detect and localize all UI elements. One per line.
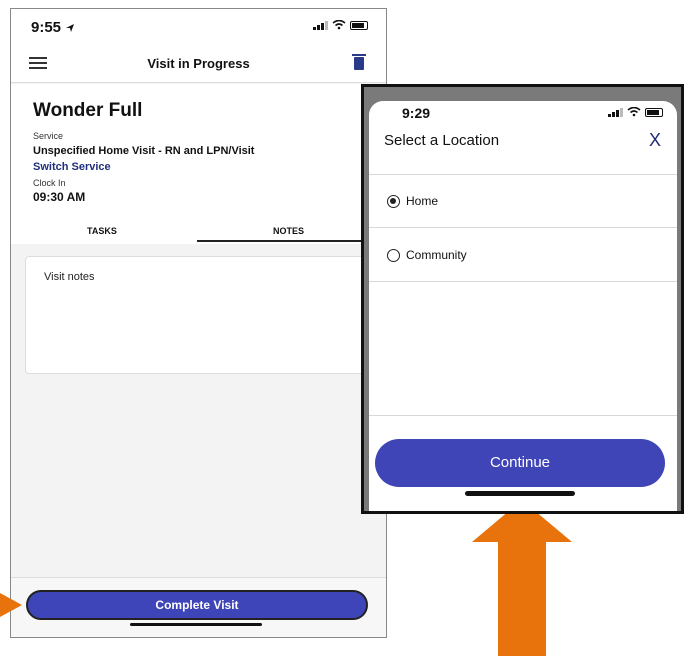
continue-button[interactable]: Continue — [375, 439, 665, 487]
navigation-arrow-icon — [66, 24, 75, 33]
battery-icon — [645, 107, 663, 117]
signal-icon — [313, 20, 328, 30]
divider — [369, 227, 677, 228]
divider — [369, 415, 677, 416]
visit-in-progress-screen: 9:55 Visit in Progress Wonder Full Servi… — [10, 8, 387, 638]
option-label: Home — [406, 194, 439, 208]
status-bar: 9:55 — [11, 9, 386, 45]
tab-tasks[interactable]: TASKS — [87, 226, 117, 236]
modal-status-time: 9:29 — [402, 105, 431, 121]
home-indicator — [130, 623, 262, 626]
orange-arrow-up-icon — [472, 500, 572, 656]
close-icon[interactable]: X — [649, 130, 661, 151]
wifi-icon — [627, 107, 641, 117]
active-tab-indicator — [197, 240, 386, 242]
status-time: 9:55 — [31, 19, 75, 36]
service-value: Unspecified Home Visit - RN and LPN/Visi… — [33, 145, 255, 157]
tab-notes[interactable]: NOTES — [273, 226, 304, 236]
visit-notes-placeholder: Visit notes — [44, 271, 95, 283]
signal-icon — [608, 107, 623, 117]
divider — [369, 281, 677, 282]
divider — [369, 174, 677, 175]
trash-icon[interactable] — [352, 54, 366, 70]
option-label: Community — [406, 248, 467, 262]
nav-bar: Visit in Progress — [11, 45, 386, 83]
modal-status-icons — [608, 107, 663, 117]
radio-unchecked-icon[interactable] — [387, 248, 400, 262]
modal-title: Select a Location — [384, 132, 500, 149]
location-picker-screenshot: 9:29 Select a Location X Home Community … — [361, 84, 684, 514]
radio-checked-icon[interactable] — [387, 194, 400, 208]
page-title: Visit in Progress — [147, 56, 250, 71]
orange-arrow-right-icon — [0, 593, 22, 617]
battery-icon — [350, 20, 368, 30]
status-icons — [313, 20, 368, 30]
location-sheet: 9:29 Select a Location X Home Community … — [369, 101, 677, 511]
location-option-community[interactable]: Community — [387, 248, 467, 262]
client-name: Wonder Full — [33, 100, 143, 121]
visit-info: Wonder Full Service Unspecified Home Vis… — [11, 84, 386, 244]
clock-in-value: 09:30 AM — [33, 190, 86, 204]
wifi-icon — [332, 20, 346, 30]
clock-in-label: Clock In — [33, 178, 66, 188]
location-option-home[interactable]: Home — [387, 194, 438, 208]
visit-notes-input[interactable]: Visit notes — [25, 256, 386, 374]
complete-visit-button[interactable]: Complete Visit — [26, 590, 368, 620]
service-label: Service — [33, 131, 64, 141]
home-indicator — [465, 491, 575, 496]
switch-service-link[interactable]: Switch Service — [33, 161, 111, 173]
